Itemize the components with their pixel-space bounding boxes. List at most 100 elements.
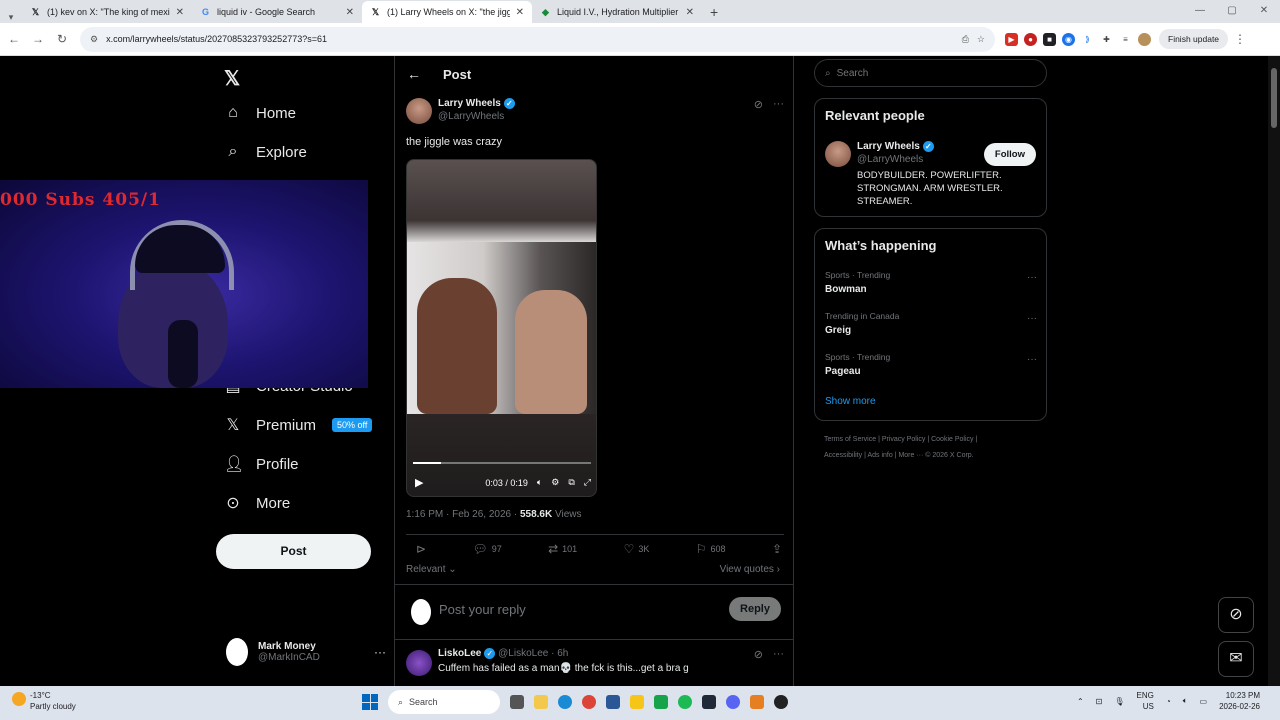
back-icon[interactable]: ← <box>2 32 26 46</box>
show-more-link[interactable]: Show more <box>825 396 876 407</box>
obs-icon[interactable] <box>774 695 788 709</box>
grok-fab-icon[interactable]: ⊘ <box>1218 597 1254 633</box>
close-icon[interactable]: ✕ <box>346 7 354 18</box>
nav-more[interactable]: ⊙ More <box>224 493 290 513</box>
trend-item[interactable]: Sports · Trending Pageau ··· <box>825 352 1037 377</box>
volume-icon[interactable]: 🔈︎ <box>1183 696 1188 706</box>
picture-in-picture-icon[interactable]: ⧉ <box>568 477 574 488</box>
more-dots-icon[interactable]: ··· <box>773 98 784 111</box>
language-indicator[interactable]: ENG US <box>1137 690 1154 712</box>
close-window-icon[interactable]: ✕ <box>1248 0 1280 23</box>
weather-widget[interactable]: -13°C Partly cloudy <box>12 690 76 712</box>
reply-author-name[interactable]: LiskoLee <box>438 648 481 659</box>
browser-tab-1[interactable]: 𝕏 (1) kev on X: "The king of mexi ✕ <box>22 1 192 23</box>
install-icon[interactable]: ⎙ <box>962 34 969 45</box>
network-icon[interactable]: ⊡ <box>1096 697 1103 706</box>
video-player[interactable]: ▶ 0:03 / 0:19 🔈︎ ⚙ ⧉ ⤢ <box>406 159 597 497</box>
more-dots-icon[interactable]: ··· <box>374 645 386 659</box>
edge-icon[interactable] <box>558 695 572 709</box>
app-icon[interactable] <box>606 695 620 709</box>
trend-item[interactable]: Sports · Trending Bowman ··· <box>825 270 1037 295</box>
nav-home[interactable]: ⌂ Home <box>224 104 296 122</box>
discord-icon[interactable] <box>726 695 740 709</box>
post-button[interactable]: Post <box>216 534 371 569</box>
account-switcher[interactable]: Mark Money @MarkInCAD ··· <box>226 638 386 666</box>
file-explorer-icon[interactable] <box>534 695 548 709</box>
clock[interactable]: 10:23 PM 2026-02-26 <box>1219 690 1260 712</box>
app-icon[interactable] <box>630 695 644 709</box>
reply-post[interactable]: LiskoLee ✓ @LiskoLee · 6h ⊘ ··· Cuffem has… <box>406 648 784 676</box>
more-dots-icon[interactable]: ··· <box>773 648 784 661</box>
like-action[interactable]: ♡ 3K <box>624 542 650 556</box>
grok-icon[interactable]: ⊘ <box>754 98 763 111</box>
nav-explore[interactable]: ⌕ Explore <box>224 143 307 161</box>
extension-icon[interactable]: ● <box>1024 32 1037 46</box>
fullscreen-icon[interactable]: ⤢ <box>584 477 591 488</box>
page-scrollbar[interactable] <box>1268 56 1280 686</box>
reply-author-handle[interactable]: @LiskoLee · 6h <box>498 648 568 659</box>
profile-avatar-icon[interactable] <box>1138 32 1151 46</box>
close-icon[interactable]: ✕ <box>176 7 184 18</box>
reading-list-icon[interactable]: ≡ <box>1119 32 1132 46</box>
chevron-up-icon[interactable]: ⌃ <box>1077 697 1084 706</box>
extension-icon[interactable]: ⟫ <box>1081 32 1094 46</box>
settings-gear-icon[interactable]: ⚙ <box>551 477 559 488</box>
search-input[interactable]: ⌕ Search <box>814 59 1047 87</box>
spotify-icon[interactable] <box>678 695 692 709</box>
bookmark-star-icon[interactable]: ☆ <box>977 34 985 45</box>
battery-icon[interactable]: ▭ <box>1200 697 1208 706</box>
new-tab-icon[interactable]: + <box>702 1 726 23</box>
mic-icon[interactable]: 🎙︎ <box>1114 697 1124 706</box>
reply-input[interactable]: Post your reply <box>439 602 526 617</box>
author-avatar[interactable] <box>406 98 432 124</box>
chrome-icon[interactable] <box>582 695 596 709</box>
forward-icon[interactable]: → <box>26 32 50 46</box>
footer-line[interactable]: Accessibility | Ads info | More ··· © 20… <box>824 448 1044 464</box>
volume-icon[interactable]: 🔈︎ <box>537 477 542 488</box>
view-quotes-link[interactable]: View quotes › <box>720 564 780 575</box>
more-dots-icon[interactable]: ··· <box>1027 313 1037 324</box>
browser-menu-icon[interactable]: ⋮ <box>1228 32 1252 46</box>
reply-action[interactable]: 💬︎ 97 <box>472 542 501 556</box>
more-dots-icon[interactable]: ··· <box>1027 272 1037 283</box>
browser-tab-2[interactable]: Gliquid iv - Google Search ✕ <box>192 1 362 23</box>
close-icon[interactable]: ✕ <box>686 7 694 18</box>
windows-start-icon[interactable] <box>362 694 378 710</box>
x-logo-icon[interactable]: 𝕏 <box>224 66 240 91</box>
finish-update-button[interactable]: Finish update <box>1159 29 1229 49</box>
reply-sort[interactable]: Relevant ⌄ <box>406 564 457 575</box>
nav-premium[interactable]: 𝕏 Premium 50% off <box>224 415 373 435</box>
back-arrow-icon[interactable]: ← <box>407 66 421 82</box>
browser-tab-4[interactable]: ◆ Liquid I.V., Hydration Multiplier ✕ <box>532 1 702 23</box>
tab-search-icon[interactable]: ▾ <box>0 12 22 23</box>
extension-icon[interactable]: ◉ <box>1062 32 1075 46</box>
bookmark-action[interactable]: ⚐ 608 <box>696 542 726 556</box>
extension-icon[interactable]: ▶ <box>1005 32 1018 46</box>
footer-line[interactable]: Terms of Service | Privacy Policy | Cook… <box>824 432 1044 448</box>
trend-item[interactable]: Trending in Canada Greig ··· <box>825 311 1037 336</box>
author-name[interactable]: Larry Wheels <box>438 98 501 109</box>
taskbar-search[interactable]: ⌕ Search <box>388 690 500 714</box>
puzzle-icon[interactable]: ✚ <box>1100 32 1113 46</box>
maximize-icon[interactable]: ▢ <box>1216 0 1248 23</box>
wifi-icon[interactable]: ◔ <box>1166 697 1171 706</box>
share-action[interactable]: ⇪ <box>772 542 782 556</box>
nav-profile[interactable]: 👤︎ Profile <box>224 454 299 474</box>
repost-action[interactable]: ⇄ 101 <box>548 542 577 556</box>
minimize-icon[interactable]: — <box>1184 0 1216 23</box>
play-icon[interactable]: ▶ <box>415 476 423 489</box>
app-icon[interactable] <box>702 695 716 709</box>
extension-icon[interactable]: ■ <box>1043 32 1056 46</box>
author-handle[interactable]: @LarryWheels <box>438 111 515 122</box>
reply-avatar[interactable] <box>406 650 432 676</box>
site-info-icon[interactable]: ⚙ <box>90 34 98 45</box>
reply-button[interactable]: Reply <box>729 597 781 621</box>
url-field[interactable]: ⚙ x.com/larrywheels/status/2027085323793… <box>80 26 995 52</box>
person-name[interactable]: Larry Wheels <box>857 141 920 152</box>
reload-icon[interactable]: ↻ <box>50 32 74 46</box>
more-dots-icon[interactable]: ··· <box>1027 354 1037 365</box>
person-avatar[interactable] <box>825 141 851 167</box>
app-icon[interactable] <box>750 695 764 709</box>
browser-tab-3[interactable]: 𝕏 (1) Larry Wheels on X: "the jigg ✕ <box>362 1 532 23</box>
video-progress-bar[interactable] <box>413 462 591 464</box>
